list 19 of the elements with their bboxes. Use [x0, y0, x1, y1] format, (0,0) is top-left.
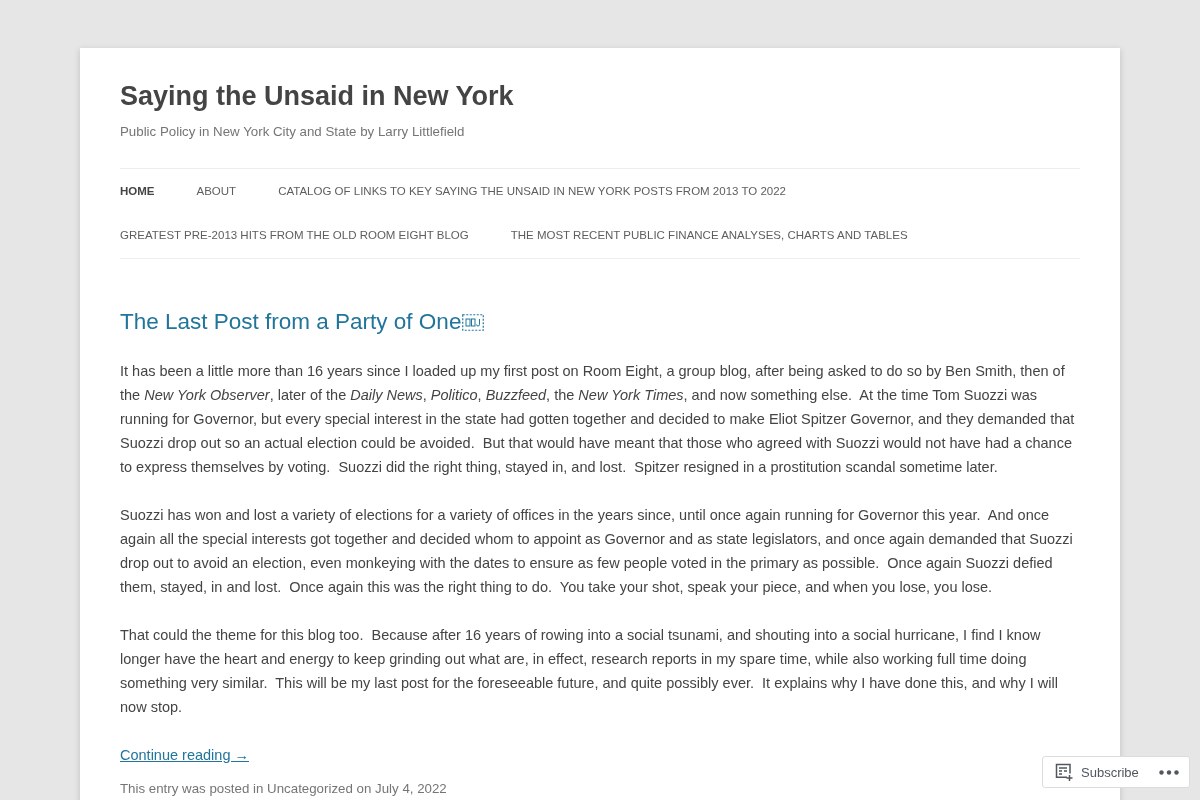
post-title[interactable]: The Last Post from a Party of One: [120, 307, 485, 337]
entry-meta: This entry was posted in Uncategorized on July 4, 2022: [120, 781, 448, 797]
post-paragraph: It has been a little more than 16 years since I loaded up my first post on Room Eight, a group blog, after being asked to do so by Ben Smith, then of the New York Observer, later of the Daily News, Politico, Buzzfeed, the New York Times, and now something else. At the time Tom Suozzi was running for Governor, but every special interest in the state had gotten together and decided to make Eliot Spitzer Governor, and they demanded that Suozzi drop out so an actual election could be avoided. But that would have meant that those who agreed with Suozzi would not have had a chance to express themselves by voting. Suozzi did the right thing, stayed in, and lost. Spitzer resigned in a prostitution scandal sometime later.: [120, 362, 1076, 477]
nav-link[interactable]: HOME: [120, 169, 155, 213]
post-paragraph: That could the theme for this blog too. Because after 16 years of rowing into a social tsunami, and shouting into a social hurricane, I find I know longer have the heart and energy to keep grinding out what are, in effect, research reports in my spare time, while also working full time doing something very similar. This will be my last post for the foreseeable future, and quite possibly ever. It explains why I have done this, and why I will now stop.: [120, 626, 1059, 717]
post-paragraph: Suozzi has won and lost a variety of elections for a variety of offices in the years since, until once again running for Governor this year. And once again all the special interests got together and decided whom to appoint as Governor and as state legislators, and once again demanded that Suozzi drop out to avoid an election, even monkeying with the dates to ensure as few people voted in the primary as possible. Once again Suozzi defied them, stayed, in and lost. Once again this was the right thing to do. You take your shot, speak your piece, and when you lose, you lose.: [120, 506, 1074, 597]
nav-link[interactable]: CATALOG OF LINKS TO KEY SAYING THE UNSAID IN NEW YORK POSTS FROM 2013 TO 2022: [278, 169, 786, 213]
more-dots-icon: [1159, 769, 1179, 775]
site-tagline: Public Policy in New York City and State by Larry Littlefield: [120, 123, 466, 141]
nav-link[interactable]: THE MOST RECENT PUBLIC FINANCE ANALYSES, CHARTS AND TABLES: [510, 213, 908, 257]
category-link[interactable]: Uncategorized: [267, 781, 353, 796]
site-title[interactable]: Saying the Unsaid in New York: [120, 78, 1080, 114]
reader-plus-icon: [1055, 763, 1073, 781]
dashed-box-icon: [462, 313, 485, 331]
nav-link[interactable]: GREATEST PRE-2013 HITS FROM THE OLD ROOM EIGHT BLOG: [120, 213, 469, 257]
subscribe-button[interactable]: Subscribe: [1055, 763, 1139, 781]
date-link[interactable]: July 4, 2022: [375, 781, 447, 796]
nav-link[interactable]: ABOUT: [196, 169, 237, 213]
continue-reading-link[interactable]: Continue reading →: [120, 747, 249, 763]
